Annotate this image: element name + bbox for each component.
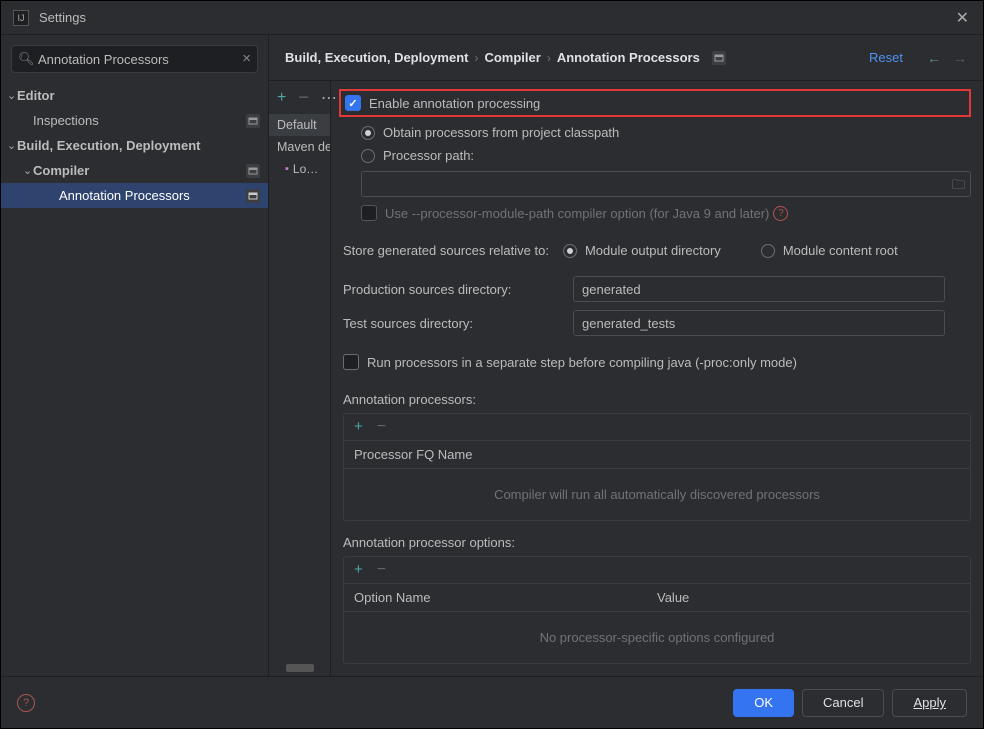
store-label: Store generated sources relative to:	[343, 243, 549, 258]
test-dir-input[interactable]	[573, 310, 945, 336]
processors-empty: Compiler will run all automatically disc…	[344, 469, 970, 520]
reset-link[interactable]: Reset	[869, 50, 903, 65]
chevron-down-icon: ⌄	[23, 164, 32, 177]
settings-tree: ⌄ Editor Inspections ⌄ Build, Execution,…	[1, 83, 268, 670]
module-path-label: Use --processor-module-path compiler opt…	[385, 206, 769, 221]
module-icon: ▪	[285, 163, 289, 175]
help-icon[interactable]: ?	[773, 206, 788, 221]
breadcrumb: Build, Execution, Deployment › Compiler …	[269, 35, 983, 81]
enable-checkbox[interactable]	[345, 95, 361, 111]
test-label: Test sources directory:	[343, 316, 573, 331]
crumb-compiler[interactable]: Compiler	[484, 50, 540, 65]
chevron-right-icon: ›	[474, 51, 478, 65]
radio-content-root-label: Module content root	[783, 243, 898, 258]
add-profile-icon[interactable]: +	[277, 89, 286, 107]
add-option-icon[interactable]: +	[354, 561, 363, 579]
profile-module[interactable]: ▪ Lo…	[269, 158, 330, 180]
chevron-down-icon: ⌄	[7, 89, 16, 102]
cancel-button[interactable]: Cancel	[802, 689, 884, 717]
tree-item-annotation-processors[interactable]: Annotation Processors	[1, 183, 268, 208]
profiles-pane: + − ⋯ Default Maven default ann… ▪ Lo…	[269, 81, 331, 676]
ok-button[interactable]: OK	[733, 689, 794, 717]
project-badge-icon	[712, 51, 726, 65]
back-icon[interactable]: ←	[927, 50, 941, 66]
crumb-ap: Annotation Processors	[557, 50, 700, 65]
chevron-right-icon: ›	[547, 51, 551, 65]
form-pane: Enable annotation processing Obtain proc…	[331, 81, 983, 676]
separate-step-checkbox[interactable]	[343, 354, 359, 370]
radio-classpath[interactable]	[361, 126, 375, 140]
profile-default[interactable]: Default	[269, 114, 330, 136]
options-table: Option Name Value No processor-specific …	[343, 583, 971, 664]
ap-section-title: Annotation processors:	[343, 392, 971, 407]
close-icon[interactable]: ✕	[952, 6, 973, 30]
radio-module-output[interactable]	[563, 244, 577, 258]
clear-search-icon[interactable]: ×	[242, 50, 251, 67]
radio-procpath-label: Processor path:	[383, 148, 474, 163]
module-path-checkbox	[361, 205, 377, 221]
processor-path-input[interactable]	[361, 171, 971, 197]
options-section-title: Annotation processor options:	[343, 535, 971, 550]
project-badge-icon	[246, 189, 260, 203]
resize-handle[interactable]	[286, 664, 314, 672]
project-badge-icon	[246, 114, 260, 128]
window-title: Settings	[39, 10, 86, 25]
chevron-down-icon: ⌄	[7, 139, 16, 152]
radio-content-root[interactable]	[761, 244, 775, 258]
footer: ? OK Cancel Apply	[1, 676, 983, 728]
radio-module-output-label: Module output directory	[585, 243, 721, 258]
app-icon: IJ	[13, 10, 29, 26]
help-icon[interactable]: ?	[17, 694, 35, 712]
profile-maven[interactable]: Maven default ann…	[269, 136, 330, 158]
apply-button[interactable]: Apply	[892, 689, 967, 717]
enable-label: Enable annotation processing	[369, 96, 540, 111]
tree-item-bed[interactable]: ⌄ Build, Execution, Deployment	[1, 133, 268, 158]
processors-table: Processor FQ Name Compiler will run all …	[343, 440, 971, 521]
remove-processor-icon: −	[377, 418, 386, 436]
search-icon: 🔍︎	[18, 51, 35, 67]
search-input[interactable]	[11, 45, 258, 73]
remove-option-icon: −	[377, 561, 386, 579]
processors-col-header: Processor FQ Name	[354, 447, 960, 462]
forward-icon[interactable]: →	[953, 50, 967, 66]
options-col-name: Option Name	[354, 590, 657, 605]
add-processor-icon[interactable]: +	[354, 418, 363, 436]
options-empty: No processor-specific options configured	[344, 612, 970, 663]
enable-highlight: Enable annotation processing	[339, 89, 971, 117]
prod-dir-input[interactable]	[573, 276, 945, 302]
options-col-value: Value	[657, 590, 960, 605]
radio-classpath-label: Obtain processors from project classpath	[383, 125, 619, 140]
separate-step-label: Run processors in a separate step before…	[367, 355, 797, 370]
tree-item-editor[interactable]: ⌄ Editor	[1, 83, 268, 108]
crumb-bed[interactable]: Build, Execution, Deployment	[285, 50, 468, 65]
prod-label: Production sources directory:	[343, 282, 573, 297]
tree-item-compiler[interactable]: ⌄ Compiler	[1, 158, 268, 183]
remove-profile-icon: −	[298, 87, 309, 108]
radio-procpath[interactable]	[361, 149, 375, 163]
tree-item-inspections[interactable]: Inspections	[1, 108, 268, 133]
sidebar: 🔍︎ × ⌄ Editor Inspections ⌄ Build, Execu…	[1, 35, 269, 676]
title-bar: IJ Settings ✕	[1, 1, 983, 35]
project-badge-icon	[246, 164, 260, 178]
folder-icon[interactable]: 🗀	[952, 176, 965, 198]
